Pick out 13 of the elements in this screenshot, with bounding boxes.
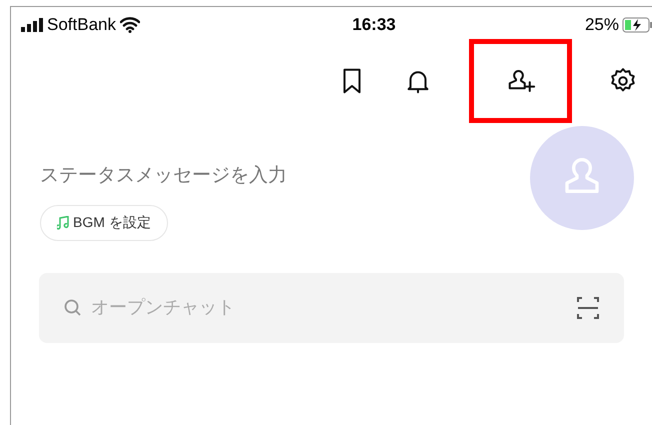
- status-message-placeholder[interactable]: ステータスメッセージを入力: [40, 162, 287, 190]
- battery-charging-icon: [622, 17, 652, 33]
- carrier-name: SoftBank: [47, 14, 116, 36]
- battery-percent: 25%: [584, 14, 619, 36]
- search-icon: [63, 298, 83, 318]
- search-bar[interactable]: オープンチャット: [39, 272, 624, 342]
- scan-icon[interactable]: [576, 296, 600, 320]
- music-note-icon: [57, 216, 69, 230]
- search-field[interactable]: オープンチャット: [91, 294, 568, 321]
- wifi-icon: [120, 17, 140, 33]
- clock-time: 16:33: [352, 14, 396, 36]
- signal-icon: [21, 18, 43, 32]
- bgm-button[interactable]: BGM を設定: [40, 204, 168, 240]
